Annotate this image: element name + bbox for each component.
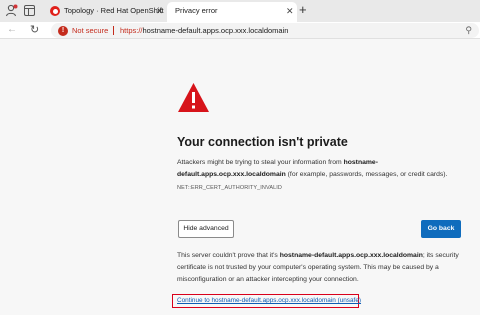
address-divider xyxy=(113,26,114,35)
new-tab-button[interactable]: + xyxy=(299,1,307,19)
url-scheme: https:// xyxy=(120,26,143,35)
tab-topology[interactable]: Topology · Red Hat OpenShift ✕ xyxy=(42,2,166,22)
tab-privacy-error[interactable]: Privacy error ✕ xyxy=(167,2,297,22)
intro-text: Attackers might be trying to steal your … xyxy=(177,157,452,181)
tab-title: Privacy error xyxy=(175,6,218,15)
tab-actions-icon[interactable] xyxy=(24,5,35,16)
continue-highlight-box: Continue to hostname-default.apps.ocp.xx… xyxy=(172,294,361,308)
details-prefix: This server couldn't prove that it's xyxy=(177,252,280,259)
tab-strip: Topology · Red Hat OpenShift ✕ Privacy e… xyxy=(0,0,480,22)
page-heading: Your connection isn't private xyxy=(177,135,348,149)
tab-close-icon[interactable]: ✕ xyxy=(286,2,294,20)
advanced-details-text: This server couldn't prove that it's hos… xyxy=(177,250,462,286)
url-text[interactable]: https://hostname-default.apps.ocp.xxx.lo… xyxy=(120,23,288,38)
openshift-favicon xyxy=(50,6,60,16)
back-icon[interactable]: ← xyxy=(7,22,17,38)
error-code: NET::ERR_CERT_AUTHORITY_INVALID xyxy=(177,185,282,191)
url-host: hostname-default.apps.ocp.xxx.localdomai… xyxy=(142,26,289,35)
tab-close-icon[interactable]: ✕ xyxy=(156,2,164,20)
warning-icon xyxy=(178,83,209,112)
navigation-bar: ← ↻ ! Not secure https://hostname-defaul… xyxy=(0,22,480,39)
profile-icon[interactable] xyxy=(5,4,18,17)
not-secure-icon[interactable]: ! xyxy=(58,25,68,36)
continue-unsafe-link[interactable]: Continue to hostname-default.apps.ocp.xx… xyxy=(177,295,361,306)
tab-title: Topology · Red Hat OpenShift xyxy=(64,6,164,15)
intro-prefix: Attackers might be trying to steal your … xyxy=(177,159,344,166)
go-back-button[interactable]: Go back xyxy=(421,220,461,238)
not-secure-label[interactable]: Not secure xyxy=(72,23,108,38)
reload-icon[interactable]: ↻ xyxy=(30,22,39,38)
details-host: hostname-default.apps.ocp.xxx.localdomai… xyxy=(279,252,423,259)
address-bar[interactable]: ! Not secure https://hostname-default.ap… xyxy=(51,23,479,38)
hide-advanced-button[interactable]: Hide advanced xyxy=(178,220,234,238)
zoom-icon[interactable]: ⚲ xyxy=(465,25,472,36)
intro-suffix: (for example, passwords, messages, or cr… xyxy=(285,171,448,178)
